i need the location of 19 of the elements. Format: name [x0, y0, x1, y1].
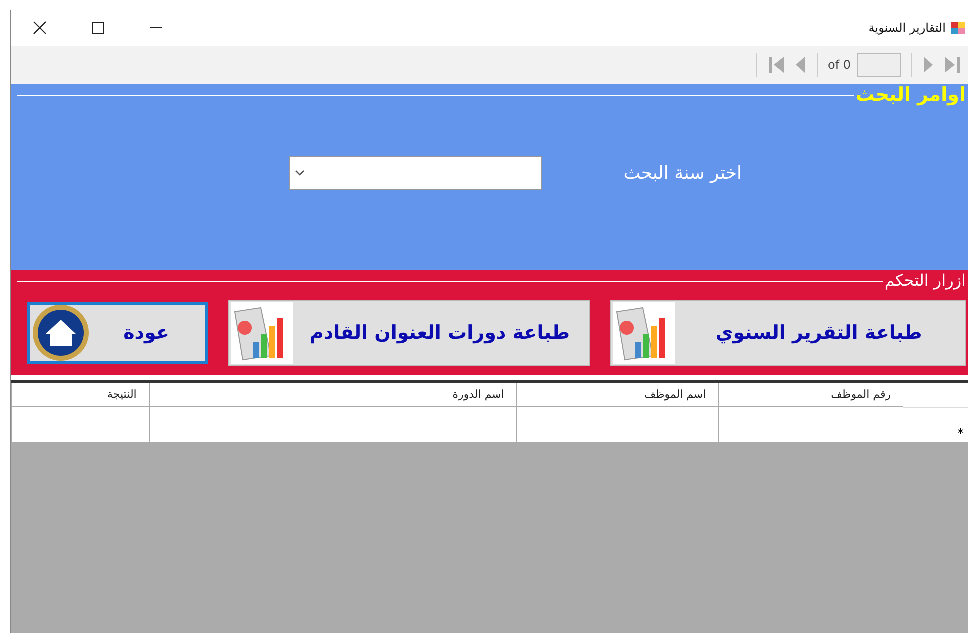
- group-title: اوامر البحث: [854, 84, 967, 106]
- action-button[interactable]: طباعة دورات العنوان القادم: [228, 300, 590, 366]
- caret-icon: [294, 169, 306, 177]
- app-icon: [950, 20, 966, 36]
- action-button[interactable]: طباعة التقرير السنوي: [610, 300, 966, 366]
- page-number-field[interactable]: [857, 53, 901, 77]
- chart-folder-icon: [231, 302, 293, 364]
- maximize-icon[interactable]: [92, 22, 104, 34]
- group-title: ازرار التحكم: [884, 270, 967, 292]
- action-button[interactable]: عودة: [27, 302, 208, 364]
- home-icon: [32, 304, 90, 362]
- close-icon[interactable]: [33, 21, 47, 35]
- window-title: التقارير السنوية: [868, 21, 946, 35]
- year-label: اختر سنة البحث: [624, 162, 742, 184]
- last-page-icon[interactable]: [942, 54, 962, 76]
- first-page-icon[interactable]: [766, 54, 787, 76]
- chart-folder-icon: [613, 302, 675, 364]
- page-count-label: of 0: [828, 58, 851, 72]
- year-dropdown[interactable]: [288, 156, 542, 190]
